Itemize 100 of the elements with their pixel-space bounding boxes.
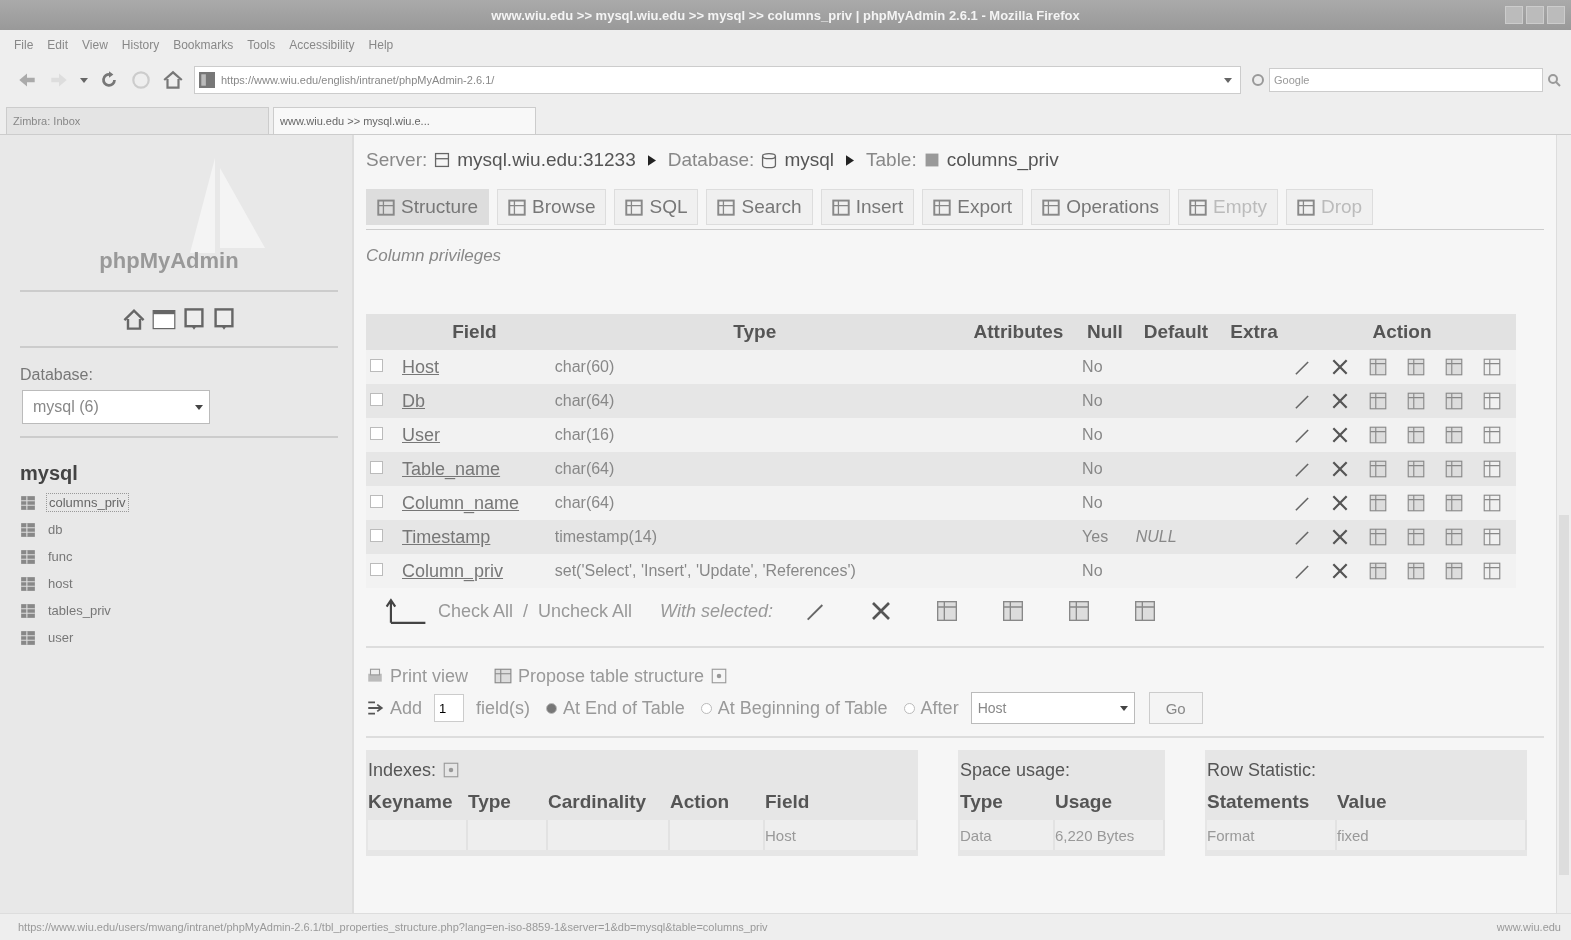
- row-checkbox[interactable]: [370, 529, 383, 542]
- column-header: Field: [398, 314, 551, 350]
- row-checkbox[interactable]: [370, 495, 383, 508]
- table-cell: timestamp(14): [554, 528, 657, 545]
- menu-item[interactable]: Help: [368, 38, 394, 52]
- row-checkbox[interactable]: [370, 359, 383, 372]
- table-link[interactable]: tables_priv: [46, 602, 113, 619]
- table-icon[interactable]: [20, 521, 36, 538]
- menu-item[interactable]: History: [121, 38, 160, 52]
- table-link[interactable]: columns_priv: [46, 493, 129, 512]
- column-header: Keyname: [368, 790, 454, 814]
- after-field-select[interactable]: Host: [970, 692, 1135, 724]
- menu-item[interactable]: Edit: [47, 38, 69, 52]
- database-link[interactable]: mysql: [784, 149, 834, 171]
- nav-tab[interactable]: Structure: [366, 189, 490, 225]
- cross-icon[interactable]: [1330, 561, 1350, 581]
- menu-item[interactable]: Bookmarks: [173, 38, 234, 52]
- database-label: Database:: [20, 366, 94, 384]
- caret-icon[interactable]: [80, 76, 88, 84]
- nav-tab[interactable]: Search: [706, 189, 813, 225]
- row-checkbox[interactable]: [370, 393, 383, 406]
- field-link[interactable]: Host: [402, 356, 439, 377]
- menu-item[interactable]: File: [14, 38, 34, 52]
- table-icon[interactable]: [20, 629, 36, 646]
- nav-tab[interactable]: SQL: [614, 189, 699, 225]
- field-count-input[interactable]: 1: [434, 694, 465, 722]
- propose-structure-link[interactable]: Propose table structure: [518, 665, 705, 687]
- row-checkbox[interactable]: [370, 427, 383, 440]
- go-button[interactable]: Go: [1148, 692, 1203, 724]
- document-icon[interactable]: [212, 307, 236, 331]
- table-cell: char(64): [554, 494, 615, 511]
- menu-item[interactable]: Tools: [247, 38, 276, 52]
- browser-tab[interactable]: Zimbra: Inbox: [6, 107, 269, 134]
- column-header: Type: [550, 314, 959, 350]
- cross-icon[interactable]: [1330, 527, 1350, 547]
- caret-icon: [195, 403, 203, 411]
- field-link[interactable]: Db: [402, 390, 425, 411]
- table-cell: NULL: [1135, 528, 1177, 545]
- radio-label: After: [920, 697, 959, 719]
- sql-window-icon[interactable]: [152, 307, 176, 331]
- address-bar[interactable]: https://www.wiu.edu/english/intranet/phpMyAdmin-2.6.1/: [194, 66, 1241, 94]
- up-arrow-icon: [384, 597, 428, 625]
- table-icon: [1189, 198, 1208, 216]
- table-link[interactable]: host: [46, 575, 75, 592]
- nav-tab[interactable]: Browse: [497, 189, 607, 225]
- server-icon: [433, 151, 452, 169]
- breadcrumb-label: Server:: [366, 149, 428, 171]
- home-icon[interactable]: [162, 69, 184, 91]
- document-icon[interactable]: [182, 307, 206, 331]
- table-link[interactable]: columns_priv: [946, 149, 1059, 171]
- table-icon[interactable]: [20, 548, 36, 565]
- scrollbar[interactable]: [1556, 135, 1571, 913]
- home-icon[interactable]: [122, 307, 146, 331]
- menu-item[interactable]: View: [82, 38, 108, 52]
- uncheck-all-link[interactable]: Uncheck All: [538, 600, 633, 622]
- database-name[interactable]: mysql: [20, 462, 338, 485]
- nav-tab[interactable]: Operations: [1031, 189, 1171, 225]
- breadcrumb-label: Database:: [667, 149, 755, 171]
- table-icon: [625, 198, 644, 216]
- table-link[interactable]: db: [46, 521, 65, 538]
- table-cell: char(64): [554, 392, 615, 409]
- print-view-link[interactable]: Print view: [390, 665, 469, 687]
- column-header: Action: [1288, 314, 1516, 350]
- cross-icon[interactable]: [1330, 493, 1350, 513]
- field-link[interactable]: User: [402, 424, 440, 445]
- table-cell: char(64): [554, 460, 615, 477]
- column-header: Null: [1078, 314, 1132, 350]
- caret-icon[interactable]: [1224, 76, 1232, 84]
- database-select[interactable]: mysql (6): [22, 390, 210, 424]
- menu-item[interactable]: Accessibility: [289, 38, 355, 52]
- cross-icon[interactable]: [1330, 425, 1350, 445]
- row-checkbox[interactable]: [370, 563, 383, 576]
- position-radio[interactable]: [700, 702, 712, 714]
- check-all-link[interactable]: Check All: [438, 600, 514, 622]
- table-link[interactable]: func: [46, 548, 75, 565]
- cross-icon[interactable]: [1330, 459, 1350, 479]
- nav-tab[interactable]: Insert: [820, 189, 915, 225]
- status-url: https://www.wiu.edu/users/mwang/intranet/phpMyAdmin-2.6.1/tbl_properties_structure.php?lang=en-iso-8859-1&server=1&db=mysql&table=columns_priv: [18, 921, 768, 933]
- table-icon: [1296, 198, 1315, 216]
- table-icon[interactable]: [20, 602, 36, 619]
- cross-icon[interactable]: [1330, 391, 1350, 411]
- panel-title: Indexes:: [368, 759, 437, 781]
- radio-label: At Beginning of Table: [717, 697, 888, 719]
- browser-tab[interactable]: www.wiu.edu >> mysql.wiu.e...: [273, 107, 536, 134]
- add-field-icon: [366, 699, 384, 717]
- nav-tab[interactable]: Export: [922, 189, 1024, 225]
- table-icon[interactable]: [20, 494, 36, 511]
- server-link[interactable]: mysql.wiu.edu:31233: [457, 149, 636, 171]
- page-icon: [199, 72, 215, 88]
- radio-label: At End of Table: [563, 697, 685, 719]
- printer-icon: [366, 667, 384, 685]
- search-field[interactable]: Google: [1269, 68, 1543, 92]
- table-icon[interactable]: [20, 575, 36, 592]
- position-radio[interactable]: [546, 702, 558, 714]
- column-header: Extra: [1220, 314, 1288, 350]
- table-link[interactable]: user: [46, 629, 76, 646]
- search-icon[interactable]: [1547, 73, 1561, 87]
- row-checkbox[interactable]: [370, 461, 383, 474]
- position-radio[interactable]: [903, 702, 915, 714]
- cross-icon[interactable]: [1330, 357, 1350, 377]
